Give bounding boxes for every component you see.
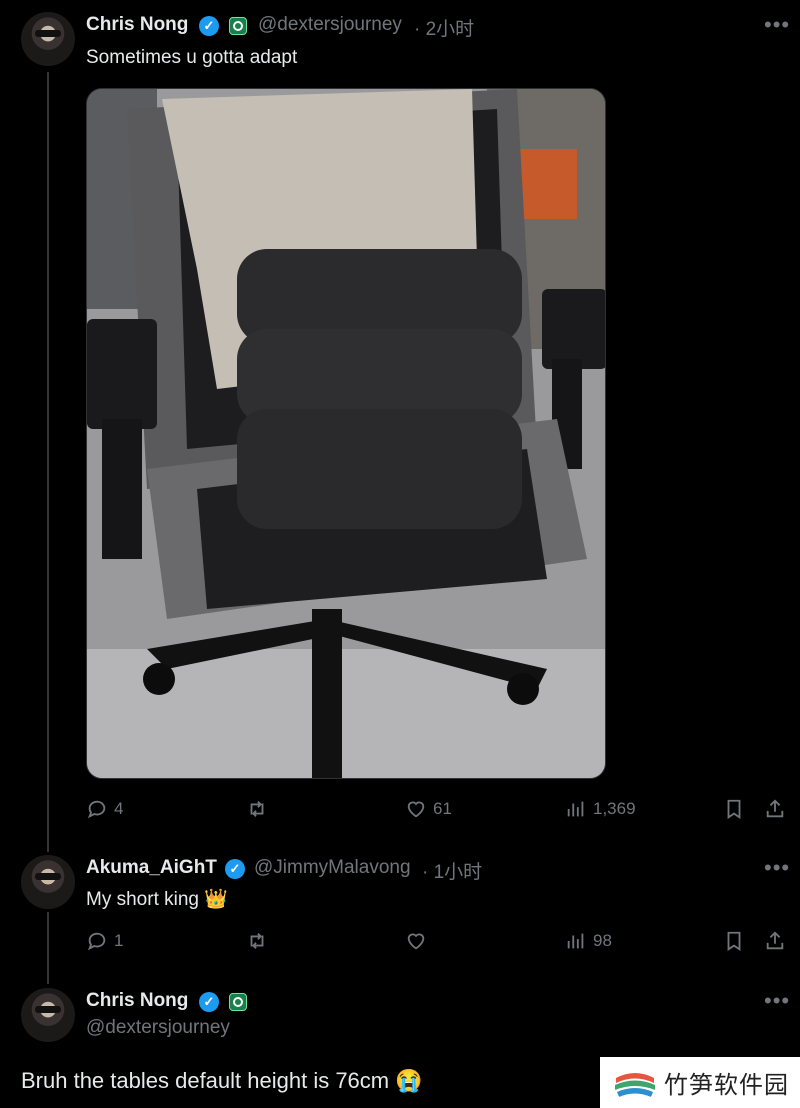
share-icon [766, 799, 784, 818]
tweet-text: Sometimes u gotta adapt [86, 47, 298, 68]
author-handle[interactable]: @dextersjourney [86, 1017, 230, 1039]
reply-button[interactable]: 1 [86, 930, 123, 952]
views-count: 1,369 [593, 799, 636, 818]
like-icon [407, 801, 425, 818]
reply-button[interactable]: 4 [86, 798, 123, 820]
watermark-text: 竹笋软件园 [664, 1072, 789, 1099]
like-count: 61 [433, 799, 452, 818]
chair-photo [87, 89, 605, 778]
avatar[interactable] [21, 12, 75, 66]
share-icon [766, 931, 784, 950]
more-icon[interactable]: ••• [764, 857, 790, 879]
more-icon[interactable]: ••• [764, 990, 790, 1012]
reply-count: 1 [114, 931, 124, 950]
watermark-logo-icon [614, 1061, 656, 1104]
reply-icon [87, 800, 106, 819]
verified-icon: ✓ [225, 859, 245, 879]
bookmark-icon [727, 799, 741, 819]
author-name[interactable]: Chris Nong [86, 14, 188, 36]
author-name[interactable]: Chris Nong [86, 990, 188, 1012]
bookmark-button[interactable] [723, 930, 745, 952]
like-button[interactable] [405, 930, 433, 952]
avatar[interactable] [21, 855, 75, 909]
affiliate-badge-icon [229, 993, 247, 1011]
affiliate-badge-icon [229, 17, 247, 35]
views-count: 98 [593, 931, 612, 950]
timestamp[interactable]: · 1小时 [422, 857, 482, 884]
thread-line [47, 912, 49, 984]
like-icon [407, 933, 425, 950]
retweet-button[interactable] [246, 930, 274, 952]
reply-count: 4 [114, 799, 124, 818]
views-button[interactable]: 1,369 [565, 798, 636, 820]
bookmark-button[interactable] [723, 798, 745, 820]
views-icon [567, 801, 584, 817]
views-icon [567, 933, 584, 949]
thread-line [47, 72, 49, 852]
retweet-button[interactable] [246, 798, 274, 820]
tweet-text: My short king 👑 [86, 889, 228, 910]
verified-icon: ✓ [199, 992, 219, 1012]
more-icon[interactable]: ••• [764, 14, 790, 36]
author-handle[interactable]: @dextersjourney [258, 14, 402, 36]
reply-icon [87, 932, 106, 951]
tweet-text: Bruh the tables default height is 76cm 😭 [21, 1068, 423, 1093]
author-handle[interactable]: @JimmyMalavong [254, 857, 411, 879]
site-watermark: 竹笋软件园 [600, 1057, 800, 1108]
like-button[interactable]: 61 [405, 798, 452, 820]
share-button[interactable] [764, 798, 786, 820]
verified-icon: ✓ [199, 16, 219, 36]
tweet-image[interactable] [86, 88, 606, 779]
bookmark-icon [727, 931, 741, 951]
views-button[interactable]: 98 [565, 930, 612, 952]
share-button[interactable] [764, 930, 786, 952]
retweet-icon [250, 801, 264, 817]
avatar[interactable] [21, 988, 75, 1042]
retweet-icon [250, 933, 264, 949]
timestamp[interactable]: · 2小时 [414, 14, 474, 41]
author-name[interactable]: Akuma_AiGhT [86, 857, 217, 879]
